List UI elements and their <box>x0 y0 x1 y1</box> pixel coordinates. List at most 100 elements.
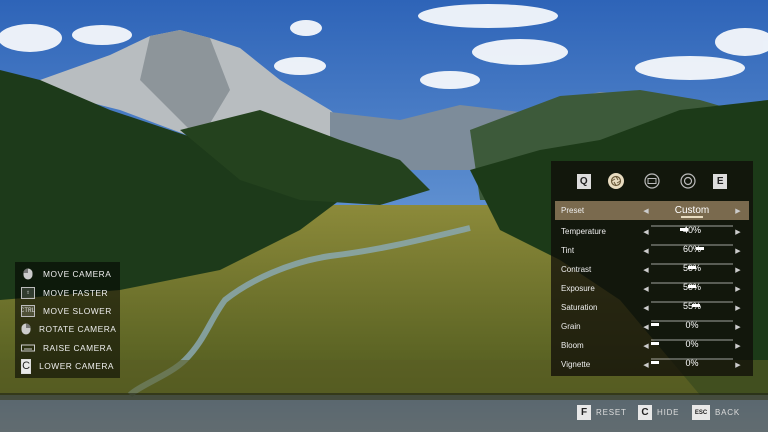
setting-value: 55% <box>651 298 733 317</box>
setting-value: 50% <box>651 260 733 279</box>
setting-row-contrast[interactable]: Contrast ◀50%▶ <box>555 260 749 279</box>
slider-handle[interactable] <box>651 361 659 364</box>
slider-track[interactable] <box>651 263 733 269</box>
arrow-right-icon[interactable]: ▶ <box>733 304 743 312</box>
slider-track[interactable] <box>651 320 733 326</box>
mouse-left-icon <box>21 268 35 280</box>
arrow-right-icon[interactable]: ▶ <box>733 323 743 331</box>
setting-value: 0% <box>651 355 733 374</box>
photo-mode-panel: Q E Preset ◀ Custom ▶ Temperature ◀ 40% … <box>551 161 753 376</box>
arrow-right-icon[interactable]: ▶ <box>733 247 743 255</box>
slider-handle[interactable] <box>688 285 696 288</box>
setting-row-vignette[interactable]: Vignette ◀ 0% ▶ <box>555 355 749 374</box>
control-row-lower-camera: C LOWER CAMERA <box>21 357 114 375</box>
slider-track[interactable] <box>651 358 733 364</box>
reset-button[interactable]: F RESET <box>577 405 627 420</box>
c-key-icon: C <box>21 358 32 374</box>
mouse-right-icon <box>21 323 31 335</box>
back-button[interactable]: ESC BACK <box>692 405 740 420</box>
control-label: RAISE CAMERA <box>43 342 113 353</box>
setting-value: 60% <box>651 241 733 260</box>
tab-aperture[interactable] <box>606 171 626 191</box>
tab-film[interactable] <box>642 171 662 191</box>
slider-handle[interactable] <box>651 323 659 326</box>
setting-label: Tint <box>561 246 575 255</box>
setting-value: 0% <box>651 336 733 355</box>
arrow-right-icon[interactable]: ▶ <box>733 361 743 369</box>
setting-rows: Temperature◀40%▶Tint◀60%▶Contrast◀50%▶Ex… <box>555 222 749 374</box>
prev-tab-key[interactable]: Q <box>576 173 591 189</box>
setting-value: 40% <box>651 222 733 241</box>
control-row-move-faster: ⇧ MOVE FASTER <box>21 283 114 301</box>
slider-handle[interactable] <box>651 342 659 345</box>
arrow-left-icon[interactable]: ◀ <box>641 342 651 350</box>
next-tab-key[interactable]: E <box>713 173 728 189</box>
control-label: ROTATE CAMERA <box>39 324 117 335</box>
slider-track[interactable] <box>651 301 733 307</box>
control-row-raise-camera: RAISE CAMERA <box>21 339 114 357</box>
arrow-left-icon[interactable]: ◀ <box>641 304 651 312</box>
tab-bar: Q E <box>551 161 753 201</box>
tab-frame[interactable] <box>678 171 698 191</box>
control-row-move-camera: MOVE CAMERA <box>21 265 114 283</box>
slider-track[interactable] <box>651 225 733 231</box>
setting-label: Grain <box>561 322 581 331</box>
setting-label: Contrast <box>561 265 592 274</box>
slider-handle[interactable] <box>688 266 696 269</box>
preset-row[interactable]: Preset ◀ Custom ▶ <box>555 201 749 220</box>
arrow-right-icon[interactable]: ▶ <box>733 285 743 293</box>
hide-button[interactable]: C HIDE <box>638 405 679 420</box>
arrow-left-icon[interactable]: ◀ <box>641 285 651 293</box>
slider-track[interactable] <box>651 244 733 250</box>
ctrl-key-icon: CTRL <box>21 304 35 317</box>
hide-label: HIDE <box>657 408 680 417</box>
arrow-left-icon[interactable]: ◀ <box>641 266 651 274</box>
c-key-icon: C <box>638 405 652 420</box>
shift-key-icon: ⇧ <box>21 286 35 299</box>
slider-handle[interactable] <box>692 304 701 307</box>
arrow-left-icon[interactable]: ◀ <box>641 361 651 369</box>
arrow-right-icon[interactable]: ▶ <box>733 266 743 274</box>
setting-row-temperature[interactable]: Temperature ◀ 40% ▶ <box>555 222 749 241</box>
spacebar-key-icon <box>21 342 35 354</box>
setting-value: 0% <box>651 317 733 336</box>
f-key-icon: F <box>577 405 591 420</box>
setting-row-grain[interactable]: Grain ◀ 0% ▶ <box>555 317 749 336</box>
control-row-rotate-camera: ROTATE CAMERA <box>21 320 117 338</box>
preset-label: Preset <box>561 206 585 215</box>
slider-handle[interactable] <box>679 228 688 231</box>
control-label: MOVE SLOWER <box>43 305 112 316</box>
setting-row-exposure[interactable]: Exposure ◀50%▶ <box>555 279 749 298</box>
setting-label: Bloom <box>561 341 584 350</box>
arrow-left-icon[interactable]: ◀ <box>641 207 651 215</box>
control-label: MOVE CAMERA <box>43 269 112 280</box>
arrow-left-icon[interactable]: ◀ <box>641 323 651 331</box>
settings-list: Preset ◀ Custom ▶ Temperature ◀ 40% ▶ Tint ◀ 6… <box>551 201 753 374</box>
setting-label: Saturation <box>561 303 598 312</box>
setting-label: Exposure <box>561 284 595 293</box>
slider-track[interactable] <box>651 339 733 345</box>
slider-handle[interactable] <box>696 247 705 250</box>
camera-controls-panel: MOVE CAMERA ⇧ MOVE FASTER CTRL MOVE SLOW… <box>15 262 120 378</box>
arrow-left-icon[interactable]: ◀ <box>641 247 651 255</box>
control-label: LOWER CAMERA <box>39 361 114 372</box>
setting-label: Temperature <box>561 227 606 236</box>
control-label: MOVE FASTER <box>43 287 109 298</box>
setting-row-bloom[interactable]: Bloom ◀ 0% ▶ <box>555 336 749 355</box>
frame-icon <box>679 173 696 189</box>
setting-label: Vignette <box>561 360 591 369</box>
setting-row-saturation[interactable]: Saturation ◀55%▶ <box>555 298 749 317</box>
aperture-icon <box>608 173 625 189</box>
arrow-right-icon[interactable]: ▶ <box>733 228 743 236</box>
arrow-right-icon[interactable]: ▶ <box>733 207 743 215</box>
back-label: BACK <box>715 408 740 417</box>
reset-label: RESET <box>596 408 627 417</box>
film-icon <box>644 173 660 189</box>
control-row-move-slower: CTRL MOVE SLOWER <box>21 302 114 320</box>
arrow-left-icon[interactable]: ◀ <box>641 228 651 236</box>
esc-key-icon: ESC <box>692 405 710 420</box>
arrow-right-icon[interactable]: ▶ <box>733 342 743 350</box>
slider-track[interactable] <box>651 282 733 288</box>
setting-value: 50% <box>651 279 733 298</box>
setting-row-tint[interactable]: Tint ◀ 60% ▶ <box>555 241 749 260</box>
